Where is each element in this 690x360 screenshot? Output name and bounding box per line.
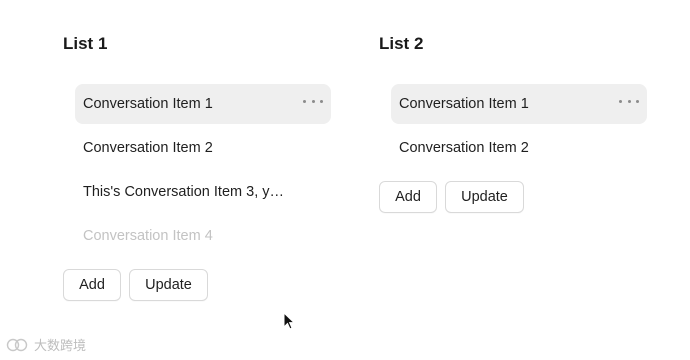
- more-horizontal-icon[interactable]: [303, 97, 323, 105]
- conversations-demo: List 1 Conversation Item 1 Conversation …: [0, 0, 690, 360]
- conversation-item[interactable]: Conversation Item 1: [75, 84, 331, 124]
- more-horizontal-icon[interactable]: [619, 97, 639, 105]
- update-button[interactable]: Update: [129, 269, 208, 301]
- watermark-text: 大数跨境: [34, 338, 87, 353]
- conversation-item-label: Conversation Item 2: [399, 140, 529, 156]
- add-button[interactable]: Add: [379, 181, 437, 213]
- conversation-item[interactable]: Conversation Item 2: [391, 128, 647, 168]
- conversation-item-disabled: Conversation Item 4: [75, 216, 331, 256]
- conversation-item[interactable]: This's Conversation Item 3, you can clic…: [75, 172, 331, 212]
- list-2-actions: Add Update: [379, 181, 524, 213]
- conversation-item-label: Conversation Item 1: [399, 96, 529, 112]
- update-button[interactable]: Update: [445, 181, 524, 213]
- logo-icon: [6, 338, 28, 351]
- conversation-item-label: Conversation Item 2: [83, 140, 213, 156]
- watermark: 大数跨境: [6, 335, 86, 354]
- conversation-item[interactable]: Conversation Item 2: [75, 128, 331, 168]
- add-button[interactable]: Add: [63, 269, 121, 301]
- mouse-cursor-icon: [283, 312, 295, 330]
- list-1-title: List 1: [63, 34, 108, 53]
- conversation-item-label: This's Conversation Item 3, you can clic…: [83, 184, 291, 200]
- list-1-actions: Add Update: [63, 269, 208, 301]
- list-2-title: List 2: [379, 34, 424, 53]
- conversation-item-label: Conversation Item 1: [83, 96, 213, 112]
- conversation-item-label: Conversation Item 4: [83, 228, 213, 244]
- list-2-items: Conversation Item 1 Conversation Item 2: [391, 84, 647, 172]
- list-1-items: Conversation Item 1 Conversation Item 2 …: [75, 84, 331, 260]
- conversation-item[interactable]: Conversation Item 1: [391, 84, 647, 124]
